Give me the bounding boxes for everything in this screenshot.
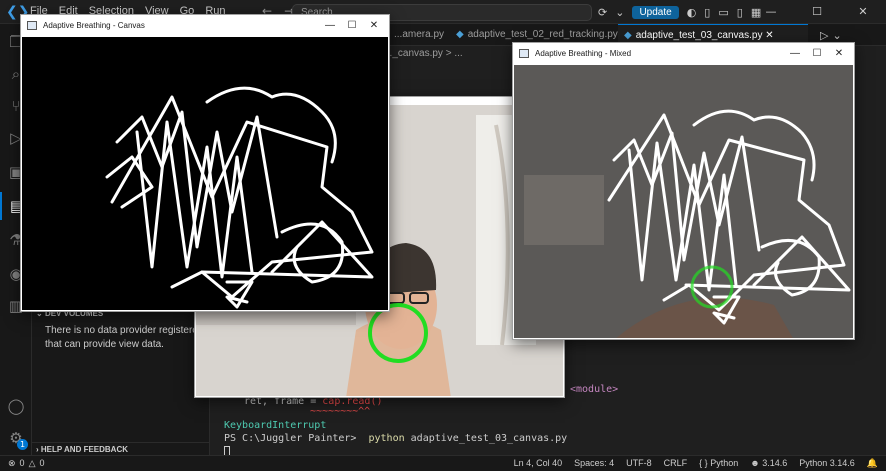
stroke-top-curl xyxy=(205,86,337,164)
layout-panel-icon[interactable]: ▭ xyxy=(718,6,728,19)
mixed-view xyxy=(514,65,853,338)
python-file-icon: ◆ xyxy=(624,30,632,41)
update-badge: 1 xyxy=(17,439,28,450)
status-problems[interactable]: ⊗ 0 △ 0 xyxy=(8,458,45,469)
status-position[interactable]: Ln 4, Col 40 xyxy=(514,458,563,469)
notifications-icon[interactable]: 🔔 xyxy=(867,458,878,469)
titlebar-actions: ⟳ ⌄ Update ◐ ▯ ▭ ▯ ▦ xyxy=(598,4,761,21)
canvas-window[interactable]: Adaptive Breathing - Canvas — ☐ ✕ xyxy=(20,14,390,312)
maximize-icon[interactable]: ☐ xyxy=(794,0,840,24)
status-language[interactable]: { } Python xyxy=(699,458,738,469)
error-icon: ⊗ xyxy=(8,458,16,468)
window-app-icon xyxy=(519,49,529,58)
braces-icon: { } xyxy=(699,458,711,468)
accounts-icon[interactable]: ◐ xyxy=(687,6,697,19)
error-squiggle: ~~~~~~~~^^ xyxy=(310,406,371,417)
help-feedback-header[interactable]: › HELP AND FEEDBACK xyxy=(32,442,210,456)
layout-secondary-icon[interactable]: ▯ xyxy=(737,6,743,19)
terminal-prompt-line: PS C:\Juggler Painter> python adaptive_t… xyxy=(224,433,568,444)
chevron-down-icon[interactable]: ⌄ xyxy=(615,6,624,19)
status-python-version[interactable]: ☻ 3.14.6 xyxy=(750,458,787,469)
editor-actions: ▷⌄ xyxy=(820,29,846,42)
mixed-scene xyxy=(514,65,853,338)
status-eol[interactable]: CRLF xyxy=(664,458,688,469)
minimize-icon[interactable]: — xyxy=(748,0,794,24)
close-tab-icon[interactable]: ✕ xyxy=(762,30,773,41)
vscode-window-controls: — ☐ ✕ xyxy=(748,0,886,24)
copilot-icon[interactable]: ⟳ xyxy=(598,6,607,19)
status-right: Ln 4, Col 40 Spaces: 4 UTF-8 CRLF { } Py… xyxy=(514,458,878,469)
mixed-window-title: Adaptive Breathing - Mixed — ☐ ✕ xyxy=(513,43,854,65)
close-icon[interactable]: ✕ xyxy=(840,0,886,24)
status-interpreter[interactable]: Python 3.14.6 xyxy=(799,458,855,469)
close-icon[interactable]: ✕ xyxy=(828,43,850,65)
dev-volumes-message: There is no data provider registered tha… xyxy=(45,325,204,350)
mixed-window[interactable]: Adaptive Breathing - Mixed — ☐ ✕ xyxy=(512,42,855,340)
status-encoding[interactable]: UTF-8 xyxy=(626,458,652,469)
warning-icon: △ xyxy=(28,458,36,468)
tab-camera[interactable]: ...amera.py xyxy=(388,24,444,46)
chevron-down-icon[interactable]: ⌄ xyxy=(832,29,845,42)
minimize-icon[interactable]: — xyxy=(784,43,806,65)
maximize-icon[interactable]: ☐ xyxy=(806,43,828,65)
mixed-window-controls: — ☐ ✕ xyxy=(784,43,850,65)
update-button[interactable]: Update xyxy=(632,6,679,19)
canvas-window-title: Adaptive Breathing - Canvas — ☐ ✕ xyxy=(21,15,389,37)
copilot-icon: ☻ xyxy=(750,458,763,468)
canvas-window-controls: — ☐ ✕ xyxy=(319,15,385,37)
status-spaces[interactable]: Spaces: 4 xyxy=(574,458,614,469)
terminal-error: KeyboardInterrupt xyxy=(224,420,327,431)
minimize-icon[interactable]: — xyxy=(319,15,341,37)
maximize-icon[interactable]: ☐ xyxy=(341,15,363,37)
manage-gear-icon[interactable]: ⚙ 1 xyxy=(0,424,32,452)
mixed-poster xyxy=(524,175,604,245)
screen: ❮❯ File Edit Selection View Go Run ←→ Se… xyxy=(0,0,886,471)
status-bar: ⊗ 0 △ 0 Ln 4, Col 40 Spaces: 4 UTF-8 CRLF … xyxy=(0,455,886,471)
layout-sidebar-icon[interactable]: ▯ xyxy=(704,6,710,19)
python-file-icon: ◆ xyxy=(456,29,464,40)
account-icon[interactable]: ◯ xyxy=(0,392,32,420)
window-app-icon xyxy=(27,21,37,30)
traceback-module: <module> xyxy=(570,384,619,395)
drawing-strokes xyxy=(105,86,374,309)
breadcrumb[interactable]: ..._canvas.py > ... xyxy=(384,48,463,59)
canvas-view xyxy=(22,37,388,310)
run-file-icon[interactable]: ▷ xyxy=(820,29,832,42)
close-icon[interactable]: ✕ xyxy=(363,15,385,37)
